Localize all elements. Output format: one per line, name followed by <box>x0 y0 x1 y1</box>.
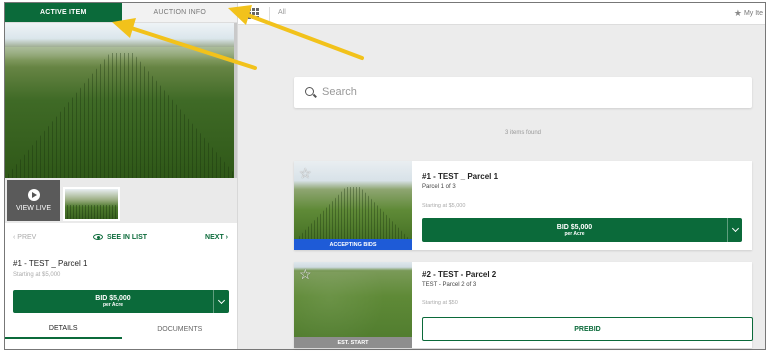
star-icon: ★ <box>733 8 742 18</box>
lot-subtitle: TEST - Parcel 2 of 3 <box>422 282 477 288</box>
lot-bid-unit: per Acre <box>564 230 585 237</box>
lot-card[interactable]: ☆ ACCEPTING BIDS #1 - TEST _ Parcel 1 Pa… <box>294 161 752 250</box>
next-button[interactable]: NEXT › <box>205 234 228 241</box>
bid-button-label: BID $5,000 <box>95 295 131 302</box>
status-badge: ACCEPTING BIDS <box>294 239 412 250</box>
filter-all[interactable]: All <box>278 9 286 16</box>
view-live-button[interactable]: VIEW LIVE <box>7 180 60 221</box>
panel-tabs: ACTIVE ITEM AUCTION INFO <box>5 3 238 23</box>
active-item-title: #1 - TEST _ Parcel 1 <box>13 259 88 268</box>
item-navigation: ‹ PREV SEE IN LIST NEXT › <box>5 225 237 249</box>
tab-auction-info[interactable]: AUCTION INFO <box>122 3 238 22</box>
active-item-panel: ACTIVE ITEM AUCTION INFO VIEW LIVE ‹ PRE… <box>5 3 238 349</box>
bid-button-unit: per Acre <box>102 302 124 308</box>
active-item-starting-price: Starting at $5,000 <box>13 272 61 278</box>
search-input[interactable] <box>322 83 722 101</box>
bid-options-dropdown[interactable] <box>213 290 229 313</box>
photo-thumbnail[interactable] <box>63 187 120 221</box>
see-in-list-label: SEE IN LIST <box>107 233 148 241</box>
lot-title[interactable]: #1 - TEST _ Parcel 1 <box>422 172 498 181</box>
watch-star-icon[interactable]: ☆ <box>299 267 312 281</box>
my-items-button[interactable]: ★ My Ite <box>734 9 763 18</box>
lot-starting-price: Starting at $50 <box>422 300 458 306</box>
toolbar-divider <box>269 7 270 21</box>
lot-starting-price: Starting at $5,000 <box>422 203 466 209</box>
lot-bid-button-main[interactable]: BID $5,000 per Acre <box>422 218 727 242</box>
lot-title[interactable]: #2 - TEST - Parcel 2 <box>422 270 496 279</box>
status-badge: EST. START <box>294 337 412 348</box>
view-live-label: VIEW LIVE <box>15 205 51 212</box>
photo-scrollbar[interactable] <box>234 23 237 178</box>
eye-icon <box>93 234 103 240</box>
photo-thumbnails: VIEW LIVE <box>5 178 237 223</box>
watch-star-icon[interactable]: ☆ <box>299 166 312 180</box>
next-label: NEXT <box>205 233 224 241</box>
tab-active-item[interactable]: ACTIVE ITEM <box>5 3 122 22</box>
my-items-label: My Ite <box>743 10 763 17</box>
play-icon <box>27 189 40 201</box>
item-main-photo[interactable] <box>5 23 237 178</box>
tab-details[interactable]: DETAILS <box>5 319 122 339</box>
lot-photo[interactable]: ☆ ACCEPTING BIDS <box>294 161 412 250</box>
lot-subtitle: Parcel 1 of 3 <box>422 184 456 190</box>
detail-tabs: DETAILS DOCUMENTS <box>5 319 238 339</box>
search-bar <box>294 77 752 108</box>
items-found-count: 3 items found <box>504 130 542 136</box>
chevron-down-icon <box>217 296 226 304</box>
crop-rows <box>5 53 237 178</box>
see-in-list-button[interactable]: SEE IN LIST <box>93 234 147 241</box>
bid-button-main[interactable]: BID $5,000 per Acre <box>13 290 213 313</box>
lot-photo[interactable]: ☆ EST. START <box>294 262 412 348</box>
lot-bid-dropdown[interactable] <box>727 218 742 242</box>
bid-button[interactable]: BID $5,000 per Acre <box>13 290 229 313</box>
tab-documents[interactable]: DOCUMENTS <box>122 319 238 339</box>
lot-bid-button[interactable]: BID $5,000 per Acre <box>422 218 742 242</box>
crop-rows <box>294 187 412 242</box>
prebid-button[interactable]: PREBID <box>422 317 753 341</box>
prev-label: PREV <box>17 233 37 241</box>
lot-card[interactable]: ☆ EST. START #2 - TEST - Parcel 2 TEST -… <box>294 262 753 348</box>
list-toolbar: All ★ My Ite <box>238 3 765 25</box>
lot-bid-label: BID $5,000 <box>556 223 593 231</box>
grid-view-icon[interactable] <box>248 8 259 19</box>
prev-button[interactable]: ‹ PREV <box>13 234 36 241</box>
search-icon <box>305 87 314 96</box>
chevron-down-icon <box>731 224 739 233</box>
